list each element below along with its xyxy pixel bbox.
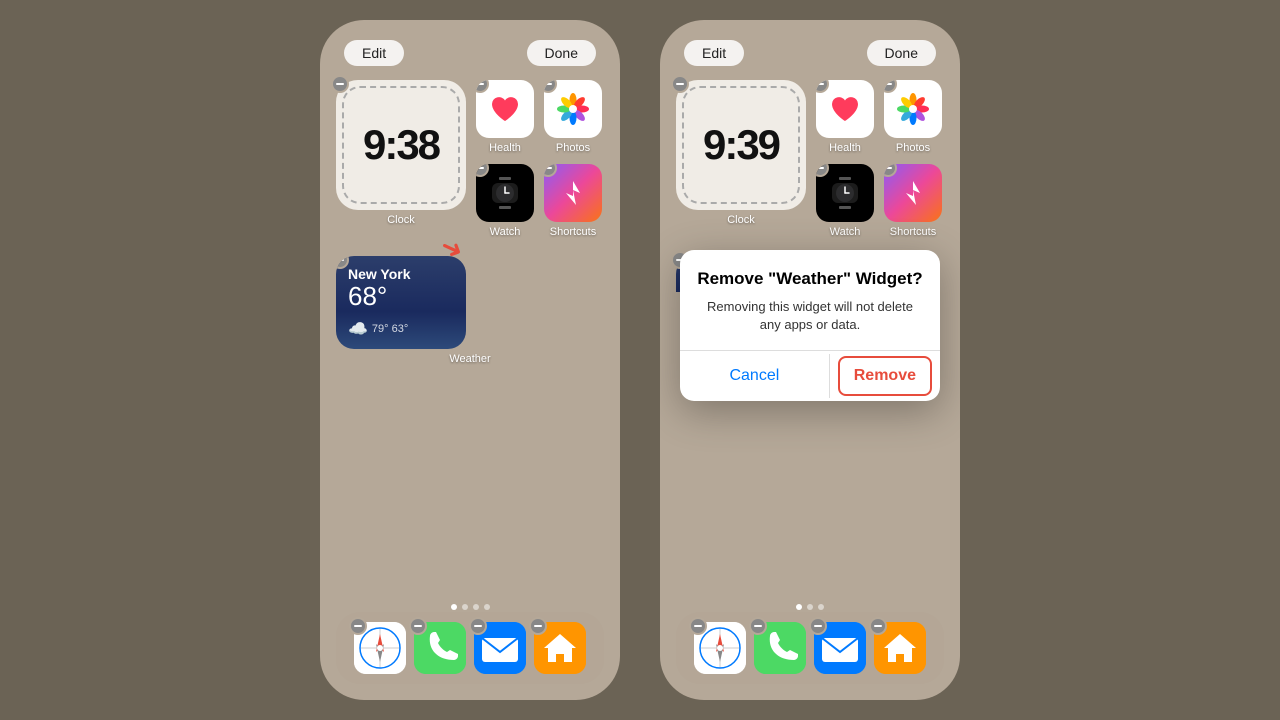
- weather-city: New York: [348, 266, 454, 282]
- phone-1: Edit Done 9:38 Clock: [320, 20, 620, 700]
- edit-button-1[interactable]: Edit: [344, 40, 404, 66]
- clock-label: Clock: [387, 214, 415, 226]
- photos-app-row: Photos: [544, 80, 602, 154]
- watch-app-row: Watch: [476, 164, 534, 238]
- health-svg: [487, 91, 523, 127]
- shortcuts-app-row: Shortcuts: [544, 164, 602, 238]
- apps-area-1: 9:38 Clock Health: [336, 80, 604, 238]
- done-button-1[interactable]: Done: [527, 40, 596, 66]
- dock-home-icon[interactable]: [534, 622, 586, 674]
- watch-svg: [488, 176, 522, 210]
- safari-remove-badge[interactable]: [349, 617, 367, 635]
- weather-cloud-icon: ☁️: [348, 319, 368, 339]
- dot-3: [473, 604, 479, 610]
- weather-range: 79° 63°: [372, 323, 408, 335]
- clock-border: 9:38: [342, 86, 460, 204]
- weather-widget[interactable]: New York 68° ☁️ 79° 63°: [336, 256, 466, 349]
- dock-mail-icon[interactable]: [474, 622, 526, 674]
- phone-remove-badge[interactable]: [409, 617, 427, 635]
- dock-safari-row: [354, 622, 406, 674]
- dialog-buttons: Cancel Remove: [680, 350, 940, 401]
- dock-safari-icon[interactable]: [354, 622, 406, 674]
- dialog-title: Remove "Weather" Widget?: [696, 268, 924, 290]
- dock-phone-icon[interactable]: [414, 622, 466, 674]
- dot-2: [462, 604, 468, 610]
- clock-widget[interactable]: 9:38: [336, 80, 466, 210]
- clock-widget-container: 9:38 Clock: [336, 80, 466, 238]
- weather-widget-container: New York 68° ☁️ 79° 63° Weather: [336, 256, 604, 365]
- weather-label: Weather: [336, 353, 604, 365]
- dock-mail-row: [474, 622, 526, 674]
- shortcuts-remove-badge[interactable]: [544, 164, 557, 177]
- remove-widget-dialog: Remove "Weather" Widget? Removing this w…: [680, 250, 940, 401]
- clock-time: 9:38: [363, 124, 439, 166]
- dock-1: [336, 612, 604, 684]
- dialog-message: Removing this widget will not delete any…: [696, 298, 924, 334]
- phone-2: Edit Done 9:39 Clock: [660, 20, 960, 700]
- dialog-content: Remove "Weather" Widget? Removing this w…: [680, 250, 940, 334]
- photos-label: Photos: [556, 142, 590, 154]
- weather-temp: 68°: [348, 282, 454, 311]
- clock-remove-badge[interactable]: [331, 75, 349, 93]
- page-dots-1: [320, 604, 620, 610]
- mail-remove-badge[interactable]: [469, 617, 487, 635]
- dot-1: [451, 604, 457, 610]
- weather-row: ☁️ 79° 63°: [348, 319, 454, 339]
- home-remove-badge[interactable]: [529, 617, 547, 635]
- shortcuts-svg: [558, 178, 588, 208]
- watch-label: Watch: [490, 226, 521, 238]
- photos-svg: [554, 90, 592, 128]
- health-icon[interactable]: [476, 80, 534, 138]
- dialog-overlay: Remove "Weather" Widget? Removing this w…: [660, 20, 960, 700]
- health-app-row: Health: [476, 80, 534, 154]
- top-bar-1: Edit Done: [336, 40, 604, 66]
- dock-home-row: [534, 622, 586, 674]
- app-grid-1: Health: [476, 80, 602, 238]
- shortcuts-icon[interactable]: [544, 164, 602, 222]
- watch-icon[interactable]: [476, 164, 534, 222]
- health-label: Health: [489, 142, 521, 154]
- dot-4: [484, 604, 490, 610]
- dialog-cancel-button[interactable]: Cancel: [680, 354, 830, 398]
- dialog-remove-button[interactable]: Remove: [838, 356, 932, 396]
- shortcuts-label: Shortcuts: [550, 226, 596, 238]
- photos-icon[interactable]: [544, 80, 602, 138]
- dock-phone-row: [414, 622, 466, 674]
